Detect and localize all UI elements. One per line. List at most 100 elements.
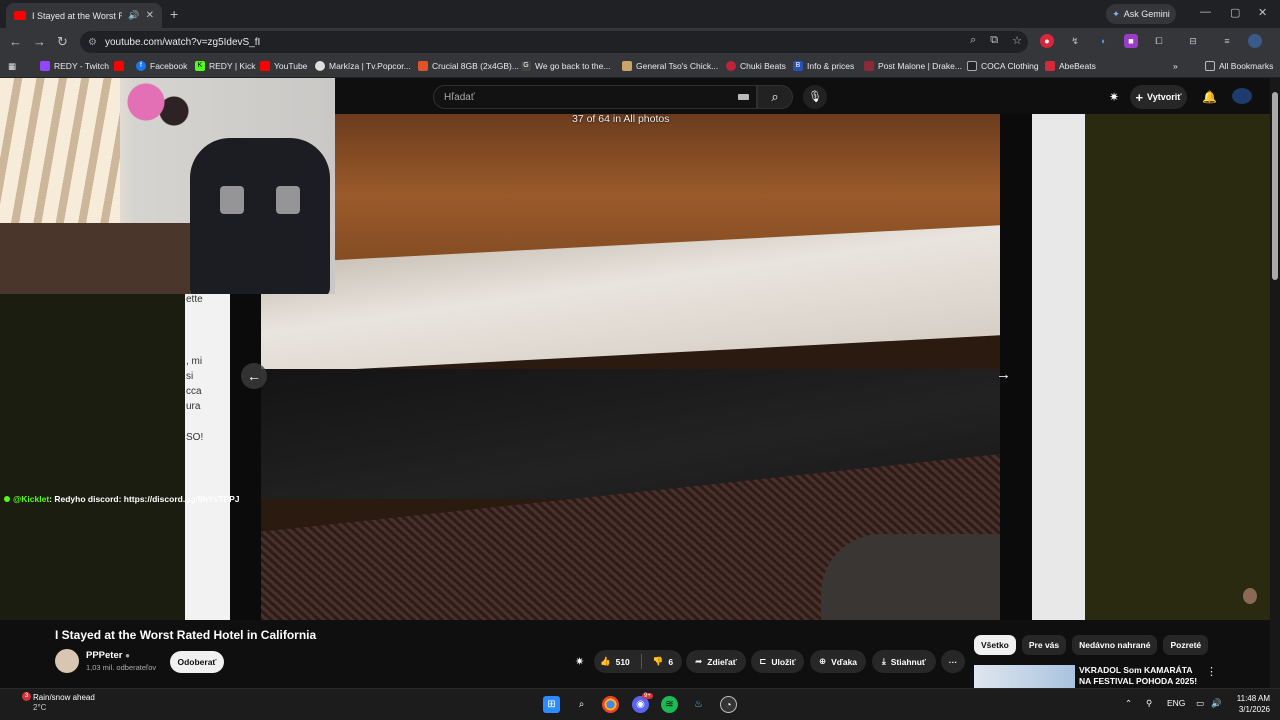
twitch-icon <box>40 61 50 71</box>
extension-red-icon[interactable]: ● <box>1040 34 1054 48</box>
forward-icon[interactable]: → <box>33 34 46 49</box>
scrollbar-thumb[interactable] <box>1272 92 1278 280</box>
bookmark-item[interactable]: Markíza | Tv.Popcor... <box>315 61 411 71</box>
bookmark-item[interactable]: General Tso's Chick... <box>622 61 718 71</box>
bookmark-item[interactable]: COCA Clothing <box>967 61 1039 71</box>
previous-photo-arrow-icon[interactable]: ← <box>241 363 267 389</box>
extension-wave-icon[interactable]: ◗ <box>1096 34 1110 48</box>
save-button[interactable]: ⊏ Uložiť <box>751 650 804 673</box>
site-info-icon[interactable]: ⚙ <box>88 37 97 48</box>
search-input[interactable]: Hľadať <box>433 85 757 109</box>
download-button[interactable]: ⤓ Stiahnuť <box>872 650 936 673</box>
ask-gemini-button[interactable]: ✦ Ask Gemini <box>1106 4 1176 24</box>
voice-search-button[interactable]: 🎙 <box>803 85 827 109</box>
cast-icon[interactable]: ⧉ <box>990 34 998 47</box>
page-scrollbar[interactable] <box>1270 78 1280 688</box>
globe-icon <box>315 61 325 71</box>
tab-bar: I Stayed at the Worst Rated Hotel in Cal… <box>0 0 1280 28</box>
more-actions-button[interactable]: ··· <box>941 650 965 673</box>
back-icon[interactable]: ← <box>9 34 22 49</box>
share-button[interactable]: ➦ Zdieľať <box>686 650 746 673</box>
music-icon <box>864 61 874 71</box>
chip-all[interactable]: Všetko <box>974 635 1016 655</box>
recommended-menu-icon[interactable]: ⋮ <box>1206 665 1217 678</box>
extension-purple-icon[interactable]: ■ <box>1124 34 1138 48</box>
account-avatar[interactable] <box>1232 88 1252 104</box>
like-button[interactable]: 👍 510 <box>600 656 630 667</box>
sparkle-icon[interactable]: ✷ <box>1109 90 1119 104</box>
chip-recent[interactable]: Nedávno nahrané <box>1072 635 1158 655</box>
photo-counter: 37 of 64 in All photos <box>572 113 670 125</box>
system-clock[interactable]: 11:48 AM 3/1/2026 <box>1232 693 1270 715</box>
maximize-icon[interactable]: ▢ <box>1230 6 1240 19</box>
extension-arrow-icon[interactable]: ↯ <box>1068 34 1082 48</box>
audio-icon[interactable]: 🔊 <box>128 10 139 21</box>
bookmark-item[interactable]: YouTube <box>260 61 307 71</box>
bookmark-item[interactable]: G We go back to the... <box>521 61 610 71</box>
bookmark-item[interactable]: B Info & prices <box>793 61 854 71</box>
zoom-icon[interactable]: ⌕ <box>970 34 976 47</box>
all-bookmarks-folder[interactable]: All Bookmarks <box>1205 61 1273 71</box>
address-bar[interactable]: ⚙ youtube.com/watch?v=zg5IdevS_fI ⌕ ⧉ ☆ <box>80 31 1028 53</box>
bookmark-item[interactable]: Crucial 8GB (2x4GB)... <box>418 61 519 71</box>
minimize-icon[interactable]: — <box>1200 6 1211 18</box>
download-icon: ⤓ <box>881 656 886 666</box>
channel-avatar[interactable] <box>55 649 79 673</box>
bookmark-item[interactable]: K REDY | Kick <box>195 61 255 71</box>
side-panel-dark <box>1085 114 1270 620</box>
new-tab-button[interactable]: + <box>170 6 178 22</box>
close-tab-icon[interactable]: ✕ <box>146 10 154 21</box>
thumbs-up-icon: 👍 <box>600 656 611 666</box>
mic-icon: 🎙 <box>808 91 822 103</box>
notifications-bell-icon[interactable]: 🔔 <box>1202 90 1217 104</box>
bookmark-item[interactable]: Chuki Beats <box>726 61 786 71</box>
subscribe-button[interactable]: Odoberať <box>170 651 224 673</box>
url-text: youtube.com/watch?v=zg5IdevS_fI <box>104 36 261 48</box>
apps-icon[interactable]: ▦ <box>8 61 16 72</box>
tab-search-icon[interactable]: ⊟ <box>1186 34 1200 48</box>
save-icon: ⊏ <box>759 656 767 666</box>
extensions-area: ● ↯ ◗ ■ ⧠ ⊟ ≡ ⋮ <box>1040 34 1280 48</box>
search-button[interactable]: ⌕ <box>757 85 793 109</box>
next-photo-arrow-icon[interactable]: → <box>996 366 1011 383</box>
reload-icon[interactable]: ↻ <box>57 34 68 50</box>
bookmark-item[interactable] <box>114 61 128 71</box>
volume-icon[interactable]: 🔊 <box>1211 698 1222 709</box>
dislike-button[interactable]: 👎 6 <box>653 656 673 667</box>
reading-list-icon[interactable]: ≡ <box>1220 34 1234 48</box>
chrome-icon[interactable] <box>602 696 619 713</box>
chat-overlay <box>0 294 185 620</box>
taskbar-search-icon[interactable]: ⌕ <box>573 696 590 713</box>
profile-icon[interactable] <box>1248 34 1262 48</box>
location-icon[interactable]: ⚲ <box>1146 698 1152 709</box>
beats-icon <box>726 61 736 71</box>
verified-icon: ● <box>125 651 130 660</box>
tab-active[interactable]: I Stayed at the Worst Rated Hotel in Cal… <box>6 3 162 28</box>
windows-start-icon[interactable]: ⊞ <box>543 696 560 713</box>
tray-overflow-icon[interactable]: ⌃ <box>1125 698 1132 709</box>
bookmark-item[interactable]: Post Malone | Drake... <box>864 61 962 71</box>
ask-sparkle-icon[interactable]: ✷ <box>575 655 584 668</box>
bookmark-star-icon[interactable]: ☆ <box>1012 34 1022 47</box>
bookmark-item[interactable]: f Facebook <box>136 61 187 71</box>
create-button[interactable]: + Vytvoriť <box>1130 85 1187 109</box>
recommended-title[interactable]: VKRADOL Som KAMARÁTA NA FESTIVAL POHODA … <box>1079 665 1204 687</box>
channel-name[interactable]: PPPeter ● <box>86 650 130 661</box>
recommended-thumbnail[interactable] <box>974 665 1075 688</box>
close-window-icon[interactable]: ✕ <box>1258 6 1267 19</box>
language-indicator[interactable]: ENG <box>1167 698 1185 708</box>
bookmark-item[interactable]: REDY - Twitch <box>40 61 109 71</box>
steam-icon[interactable]: ♨ <box>690 696 707 713</box>
more-bookmarks-icon[interactable]: » <box>1173 61 1178 71</box>
network-icon[interactable]: ▭ <box>1196 698 1204 709</box>
menu-icon[interactable]: ⋮ <box>1276 34 1280 48</box>
chip-watched[interactable]: Pozreté <box>1163 635 1209 655</box>
share-icon: ➦ <box>695 656 703 666</box>
app-icon[interactable]: ◔ <box>720 696 737 713</box>
keyboard-icon[interactable] <box>738 94 749 100</box>
spotify-icon[interactable]: ≋ <box>661 696 678 713</box>
extensions-puzzle-icon[interactable]: ⧠ <box>1152 34 1166 48</box>
chip-for-you[interactable]: Pre vás <box>1021 635 1067 655</box>
thanks-button[interactable]: ⊕ Vďaka <box>810 650 866 673</box>
bookmark-item[interactable]: AbeBeats <box>1045 61 1096 71</box>
